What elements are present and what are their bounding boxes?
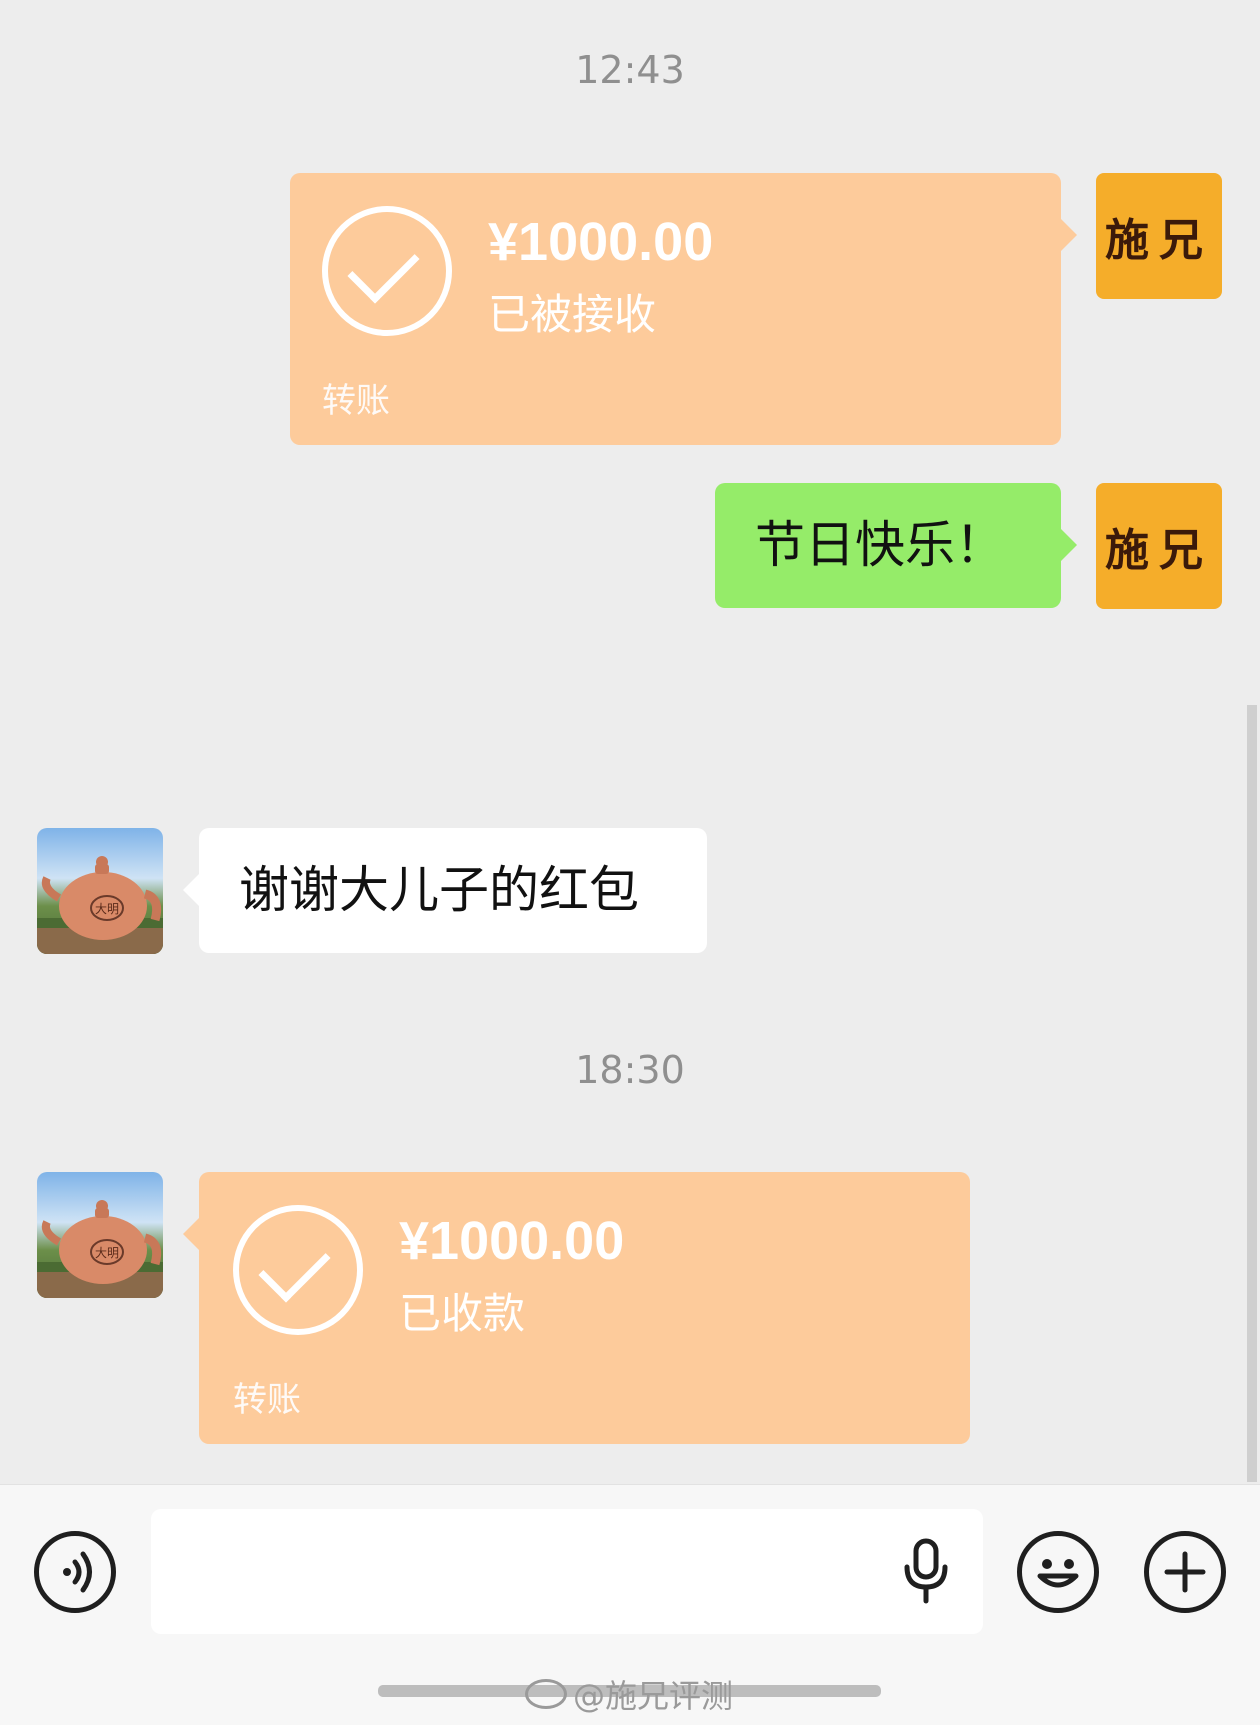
outgoing-text-bubble[interactable]: 节日快乐！ bbox=[715, 483, 1077, 608]
svg-text:大明: 大明 bbox=[95, 902, 119, 916]
transfer-label: 转账 bbox=[322, 381, 390, 421]
microphone-icon[interactable] bbox=[901, 1537, 951, 1607]
timestamp: 12:43 bbox=[575, 48, 685, 92]
input-bar: @施兄评测 bbox=[0, 1484, 1260, 1725]
check-icon bbox=[233, 1205, 363, 1335]
transfer-amount: ¥1000.00 bbox=[488, 212, 714, 272]
weibo-logo-icon bbox=[525, 1679, 567, 1709]
bubble-tail bbox=[1061, 219, 1077, 251]
bubble-tail bbox=[183, 874, 199, 906]
incoming-text-bubble[interactable]: 谢谢大儿子的红包 bbox=[183, 828, 707, 953]
transfer-status: 已被接收 bbox=[488, 290, 657, 339]
plus-icon[interactable] bbox=[1144, 1531, 1226, 1613]
check-mark bbox=[347, 231, 420, 304]
message-text: 谢谢大儿子的红包 bbox=[239, 861, 639, 919]
outgoing-transfer-bubble[interactable]: ¥1000.00 已被接收 转账 bbox=[290, 173, 1077, 445]
check-icon bbox=[322, 206, 452, 336]
transfer-amount: ¥1000.00 bbox=[399, 1211, 625, 1271]
my-avatar[interactable]: 施兄 bbox=[1096, 173, 1222, 299]
smiley-face-icon bbox=[1037, 1559, 1079, 1588]
watermark: @施兄评测 bbox=[525, 1671, 733, 1717]
teapot-photo-icon: 大明 bbox=[37, 1200, 163, 1298]
check-mark bbox=[258, 1230, 331, 1303]
message-text: 节日快乐！ bbox=[755, 516, 1005, 574]
svg-text:大明: 大明 bbox=[95, 1246, 119, 1260]
my-avatar[interactable]: 施兄 bbox=[1096, 483, 1222, 609]
transfer-status: 已收款 bbox=[399, 1289, 526, 1338]
bubble-tail bbox=[1061, 529, 1077, 561]
voice-waves-icon bbox=[63, 1551, 92, 1593]
chat-screen: { "chat": { "time1": "12:43", "outgoing_… bbox=[0, 0, 1260, 1725]
teapot-photo-icon: 大明 bbox=[37, 856, 163, 954]
incoming-transfer-bubble[interactable]: ¥1000.00 已收款 转账 bbox=[183, 1172, 970, 1444]
transfer-label: 转账 bbox=[233, 1380, 301, 1420]
emoji-icon[interactable] bbox=[1017, 1531, 1099, 1613]
contact-avatar[interactable]: 大明 bbox=[37, 1172, 163, 1298]
bubble-tail bbox=[183, 1218, 199, 1250]
scrollbar[interactable] bbox=[1247, 705, 1257, 1482]
voice-mode-icon[interactable] bbox=[34, 1531, 116, 1613]
message-input[interactable] bbox=[151, 1509, 983, 1634]
timestamp: 18:30 bbox=[575, 1048, 685, 1092]
contact-avatar[interactable]: 大明 bbox=[37, 828, 163, 954]
watermark-text: @施兄评测 bbox=[573, 1677, 734, 1715]
plus-sign-icon bbox=[1164, 1551, 1206, 1593]
